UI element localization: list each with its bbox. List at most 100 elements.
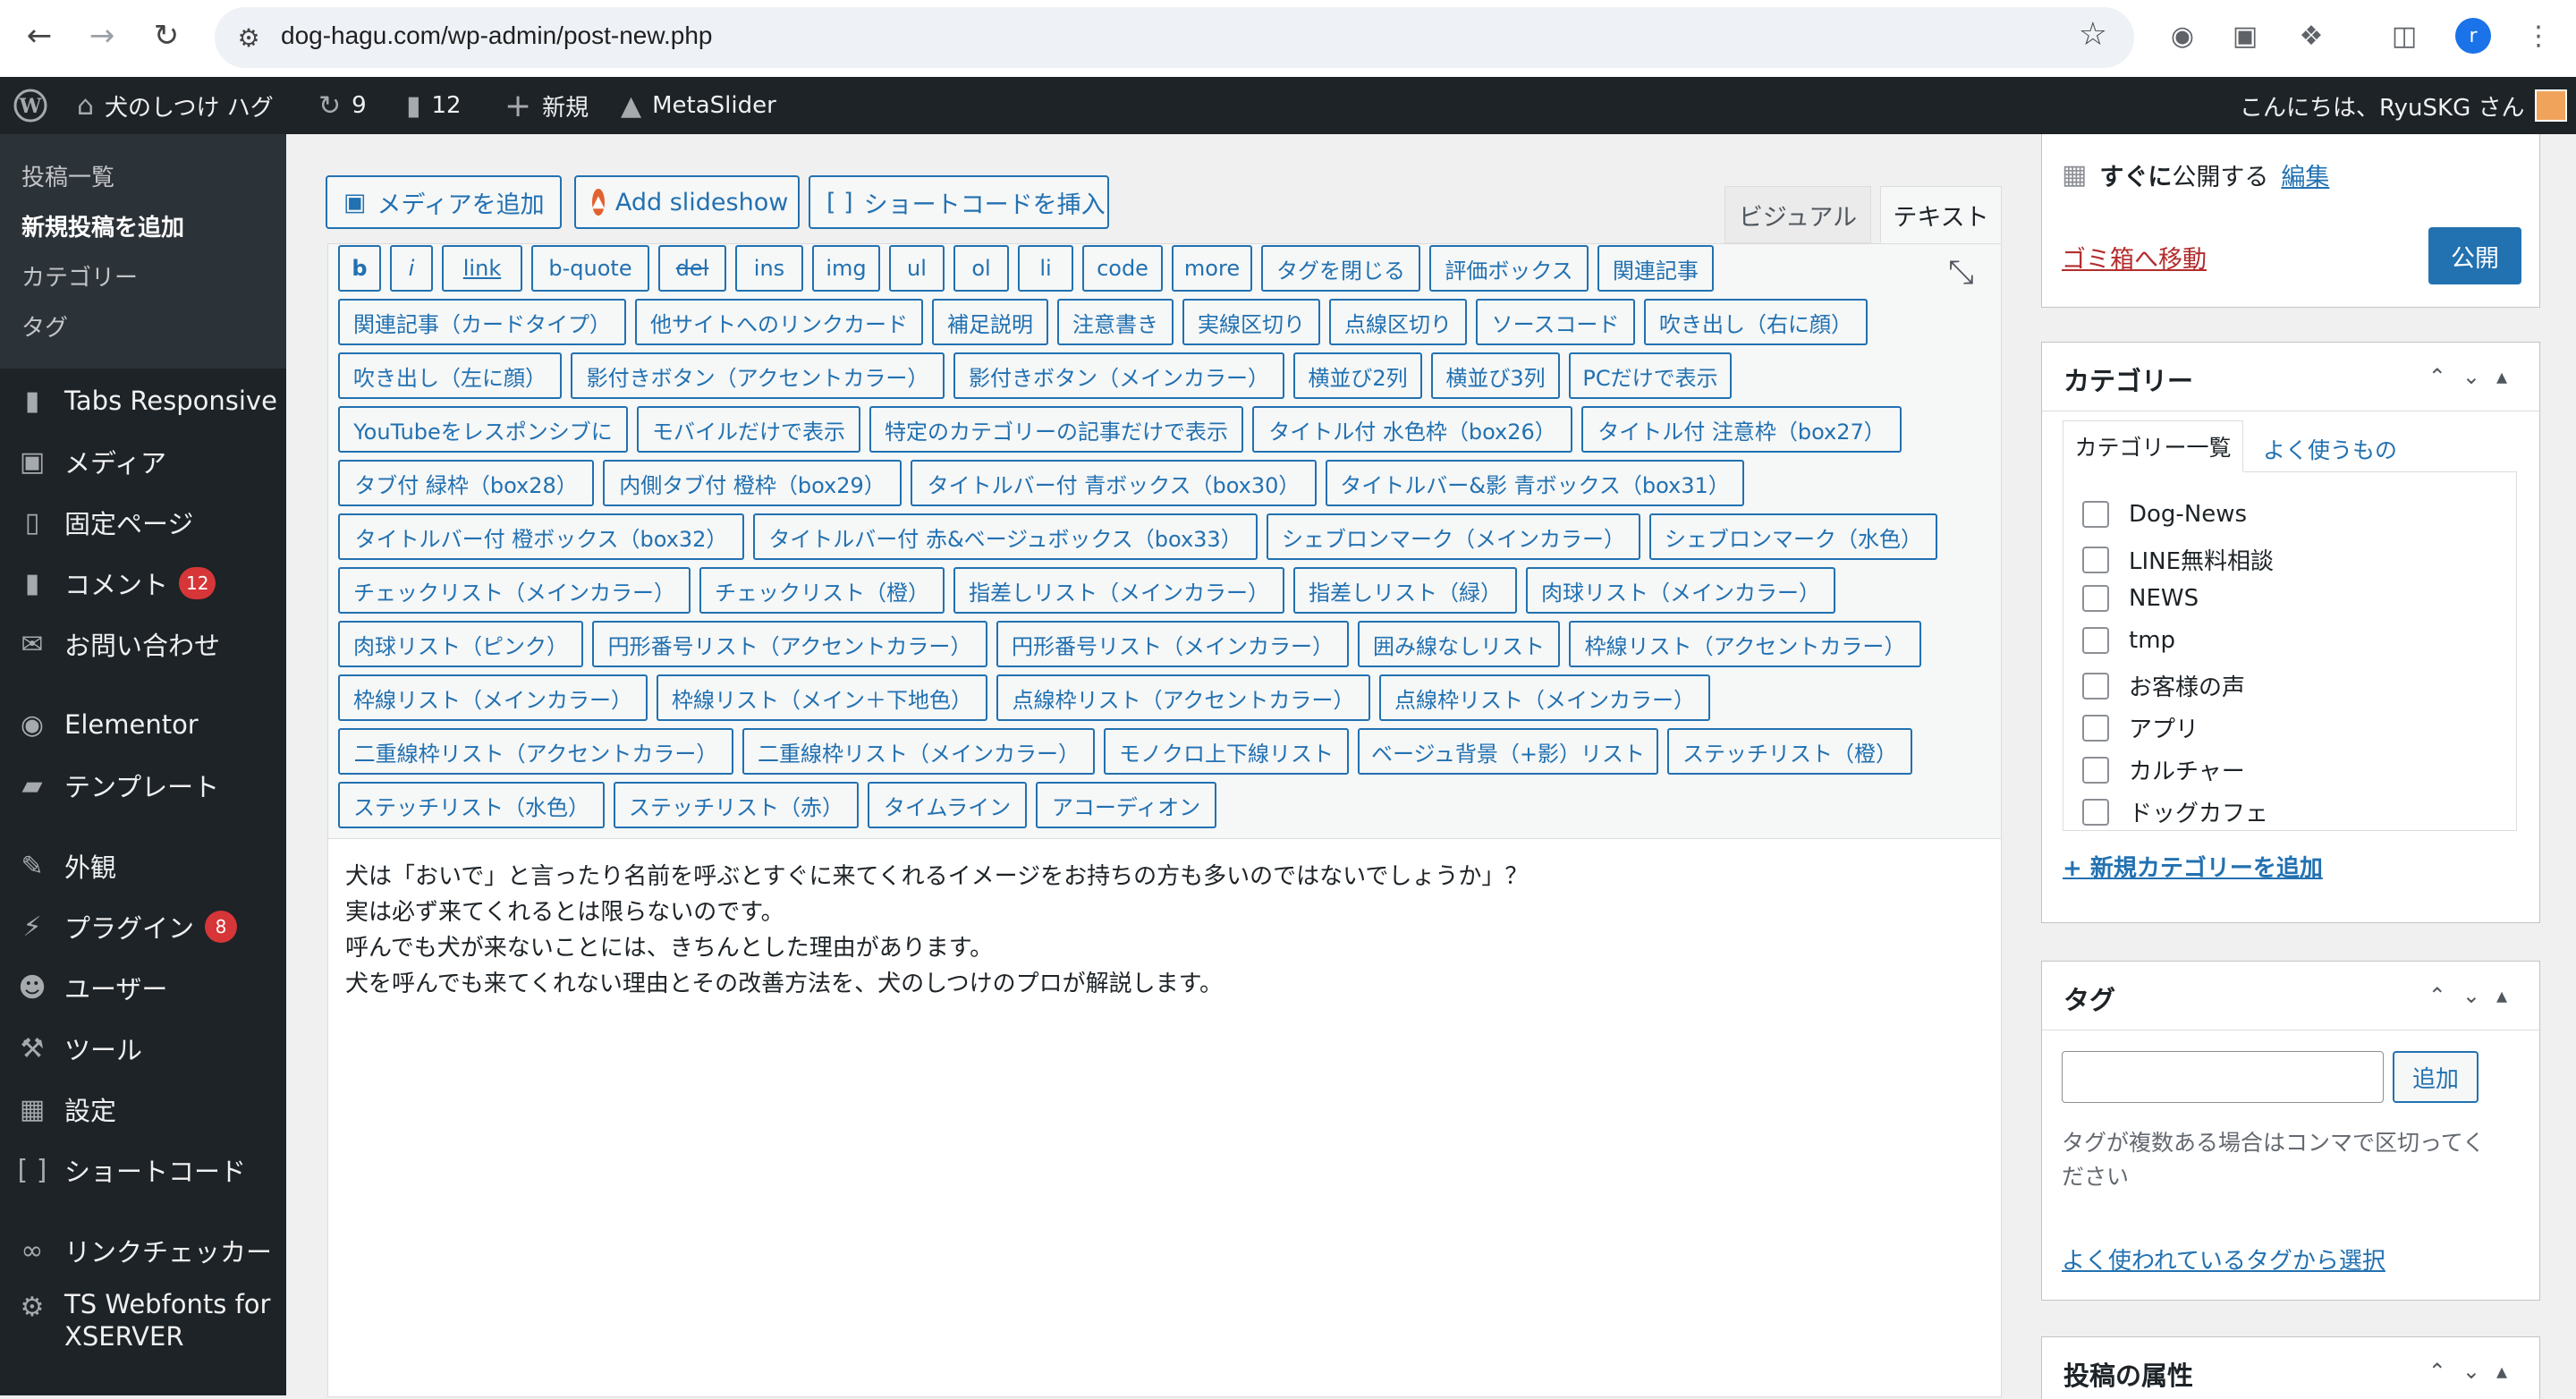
quicktag-button[interactable]: 囲み線なしリスト: [1358, 621, 1560, 667]
quicktag-button[interactable]: 吹き出し（右に顔）: [1644, 299, 1868, 345]
quicktag-button[interactable]: 枠線リスト（メインカラー）: [338, 674, 648, 721]
editor-textarea[interactable]: 犬は「おいで」と言ったり名前を呼ぶとすぐに来てくれるイメージをお持ちの方も多いの…: [345, 859, 1528, 1002]
quicktag-button[interactable]: アコーディオン: [1036, 782, 1216, 828]
sidebar-item-link-checker[interactable]: ∞ リンクチェッカー: [0, 1224, 286, 1277]
wordpress-logo-icon[interactable]: W: [13, 77, 48, 134]
quicktag-button[interactable]: 指差しリスト（メインカラー）: [953, 567, 1284, 614]
quicktag-button[interactable]: 関連記事（カードタイプ）: [338, 299, 626, 345]
quicktag-button[interactable]: 補足説明: [932, 299, 1048, 345]
quicktag-button[interactable]: 関連記事: [1597, 245, 1714, 292]
sidebar-item-pages[interactable]: ▯ 固定ページ: [0, 496, 286, 549]
chevron-up-icon[interactable]: ⌃: [2428, 364, 2462, 389]
sidebar-item-tools[interactable]: ⚒ ツール: [0, 1022, 286, 1075]
star-icon[interactable]: ☆: [2079, 16, 2107, 53]
quicktag-button[interactable]: 点線枠リスト（メインカラー）: [1379, 674, 1710, 721]
category-item[interactable]: NEWS: [2082, 585, 2199, 612]
account-menu[interactable]: こんにちは、RyuSKG さん: [2240, 77, 2568, 134]
quicktag-button[interactable]: code: [1082, 245, 1163, 292]
quicktag-button[interactable]: 二重線枠リスト（メインカラー）: [742, 728, 1095, 775]
quicktag-button[interactable]: ステッチリスト（水色）: [338, 782, 605, 828]
camera-icon[interactable]: ◉: [2163, 16, 2202, 55]
sidebar-item-shortcode[interactable]: [ ] ショートコード: [0, 1143, 286, 1197]
quicktag-button[interactable]: タイトルバー付 赤&ベージュボックス（box33）: [753, 513, 1258, 560]
quicktag-button[interactable]: ins: [735, 245, 803, 292]
popular-tags-link[interactable]: よく使われているタグから選択: [2062, 1242, 2385, 1276]
triangle-toggle-icon[interactable]: ▴: [2496, 364, 2523, 389]
schedule-edit-link[interactable]: 編集: [2281, 157, 2329, 192]
triangle-toggle-icon[interactable]: ▴: [2496, 983, 2523, 1008]
category-checkbox[interactable]: [2082, 501, 2109, 528]
address-bar[interactable]: ⚙ dog-hagu.com/wp-admin/post-new.php ☆: [215, 7, 2134, 68]
sidebar-item-plugins[interactable]: ⚡ プラグイン 8: [0, 900, 286, 954]
chevron-up-icon[interactable]: ⌃: [2428, 1359, 2462, 1384]
category-item[interactable]: Dog-News: [2082, 501, 2247, 528]
category-item[interactable]: LINE無料相談: [2082, 543, 2274, 576]
quicktag-button[interactable]: 二重線枠リスト（アクセントカラー）: [338, 728, 733, 775]
submenu-all-posts[interactable]: 投稿一覧: [21, 159, 114, 192]
submenu-add-new-post[interactable]: 新規投稿を追加: [21, 209, 184, 242]
sidebar-item-appearance[interactable]: ✎ 外観: [0, 839, 286, 893]
image-icon[interactable]: ▣: [2225, 16, 2265, 55]
quicktag-button[interactable]: 注意書き: [1057, 299, 1174, 345]
quicktag-button[interactable]: 肉球リスト（メインカラー）: [1526, 567, 1835, 614]
reload-icon[interactable]: ↻: [143, 13, 190, 59]
new-content-link[interactable]: + 新規: [504, 77, 589, 134]
tag-input[interactable]: [2062, 1051, 2384, 1103]
quicktag-button[interactable]: b-quote: [531, 245, 649, 292]
chevron-down-icon[interactable]: ⌄: [2462, 1359, 2496, 1384]
category-item[interactable]: アプリ: [2082, 711, 2199, 744]
quicktag-button[interactable]: 吹き出し（左に顔）: [338, 352, 562, 399]
triangle-toggle-icon[interactable]: ▴: [2496, 1359, 2523, 1384]
category-checkbox[interactable]: [2082, 627, 2109, 654]
quicktag-button[interactable]: more: [1172, 245, 1252, 292]
quicktag-button[interactable]: ベージュ背景（+影）リスト: [1358, 728, 1658, 775]
category-checkbox[interactable]: [2082, 798, 2109, 826]
category-checkbox[interactable]: [2082, 585, 2109, 612]
category-checkbox[interactable]: [2082, 714, 2109, 742]
quicktag-button[interactable]: 横並び2列: [1293, 352, 1422, 399]
quicktag-button[interactable]: タグを閉じる: [1261, 245, 1420, 292]
quicktag-button[interactable]: 影付きボタン（メインカラー）: [953, 352, 1284, 399]
quicktag-button[interactable]: del: [658, 245, 726, 292]
quicktag-button[interactable]: PCだけで表示: [1569, 352, 1732, 399]
add-tag-button[interactable]: 追加: [2393, 1051, 2479, 1103]
site-info-icon[interactable]: ⚙: [229, 18, 268, 57]
quicktag-button[interactable]: ステッチリスト（赤）: [614, 782, 859, 828]
sidebar-item-comments[interactable]: ▮ コメント 12: [0, 556, 286, 610]
quicktag-button[interactable]: タイトル付 水色枠（box26）: [1252, 406, 1572, 453]
category-checkbox[interactable]: [2082, 672, 2109, 700]
category-item[interactable]: tmp: [2082, 627, 2175, 654]
quicktag-button[interactable]: 肉球リスト（ピンク）: [338, 621, 583, 667]
quicktag-button[interactable]: ソースコード: [1476, 299, 1635, 345]
quicktag-button[interactable]: b: [338, 245, 381, 292]
quicktag-button[interactable]: YouTubeをレスポンシブに: [338, 406, 628, 453]
quicktag-button[interactable]: シェブロンマーク（水色）: [1649, 513, 1937, 560]
category-item[interactable]: お客様の声: [2082, 669, 2245, 702]
sidebar-item-tabs-responsive[interactable]: ▮ Tabs Responsive: [0, 374, 286, 428]
quicktag-button[interactable]: 指差しリスト（緑）: [1293, 567, 1517, 614]
back-arrow-icon[interactable]: ←: [16, 13, 63, 59]
tab-text[interactable]: テキスト: [1880, 186, 2002, 243]
quicktag-button[interactable]: タイトルバー付 青ボックス（box30）: [911, 460, 1317, 506]
quicktag-button[interactable]: 点線区切り: [1329, 299, 1467, 345]
quicktag-button[interactable]: タイトルバー付 橙ボックス（box32）: [338, 513, 744, 560]
forward-arrow-icon[interactable]: →: [79, 13, 125, 59]
submenu-tags[interactable]: タグ: [21, 309, 68, 343]
fullscreen-expand-icon[interactable]: ⤡: [1948, 254, 1974, 292]
category-item[interactable]: カルチャー: [2082, 753, 2245, 786]
sidebar-item-contact[interactable]: ✉ お問い合わせ: [0, 617, 286, 671]
quicktag-button[interactable]: タイムライン: [868, 782, 1027, 828]
quicktag-button[interactable]: 枠線リスト（メイン＋下地色）: [657, 674, 987, 721]
quicktag-button[interactable]: チェックリスト（橙）: [699, 567, 945, 614]
quicktag-button[interactable]: シェブロンマーク（メインカラー）: [1267, 513, 1640, 560]
quicktag-button[interactable]: タブ付 緑枠（box28）: [338, 460, 594, 506]
quicktag-button[interactable]: タイトル付 注意枠（box27）: [1581, 406, 1902, 453]
chevron-up-icon[interactable]: ⌃: [2428, 983, 2462, 1008]
quicktag-button[interactable]: 内側タブ付 橙枠（box29）: [603, 460, 902, 506]
quicktag-button[interactable]: 他サイトへのリンクカード: [635, 299, 923, 345]
site-name-link[interactable]: ⌂ 犬のしつけ ハグ: [77, 77, 274, 134]
quicktag-button[interactable]: モノクロ上下線リスト: [1104, 728, 1349, 775]
quicktag-button[interactable]: link: [442, 245, 522, 292]
box-controls[interactable]: ⌃⌄▴: [2428, 983, 2523, 1008]
box-controls[interactable]: ⌃⌄▴: [2428, 1359, 2523, 1384]
